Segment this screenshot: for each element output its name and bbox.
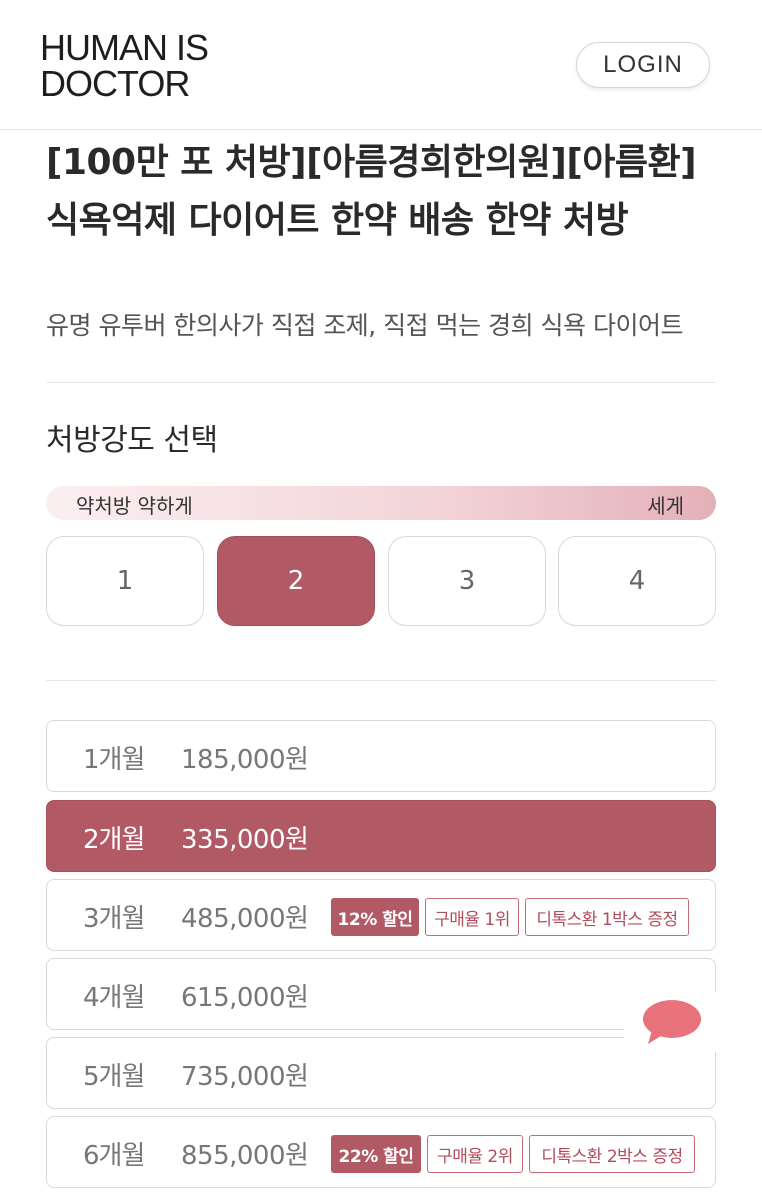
- plan-option-1-month[interactable]: 1개월 185,000원: [46, 720, 716, 792]
- plan-months: 5개월: [83, 1062, 145, 1092]
- strength-level-4-button[interactable]: 4: [558, 536, 716, 626]
- logo-line-1: HUMAN IS: [40, 27, 209, 68]
- discount-badge: 12% 할인: [331, 898, 419, 936]
- plan-months: 3개월: [83, 904, 145, 934]
- chat-bubble-icon: [643, 1000, 701, 1044]
- plan-price: 855,000원: [181, 1141, 309, 1171]
- rank-badge: 구매율 1위: [425, 898, 519, 936]
- divider: [46, 382, 716, 383]
- plan-option-2-month[interactable]: 2개월 335,000원: [46, 800, 716, 872]
- brand-logo[interactable]: HUMAN IS DOCTOR: [40, 27, 209, 104]
- plan-option-4-month[interactable]: 4개월 615,000원: [46, 958, 716, 1030]
- strength-scale-bar: 약처방 약하게 세게: [46, 486, 716, 520]
- rank-badge: 구매율 2위: [427, 1135, 523, 1173]
- strength-section-title: 처방강도 선택: [46, 423, 218, 458]
- plan-option-6-month[interactable]: 6개월 855,000원 22% 할인 구매율 2위 디톡스환 2박스 증정: [46, 1116, 716, 1188]
- plan-price: 735,000원: [181, 1062, 309, 1092]
- gift-badge: 디톡스환 2박스 증정: [529, 1135, 695, 1173]
- plan-option-5-month[interactable]: 5개월 735,000원: [46, 1037, 716, 1109]
- chat-button[interactable]: [624, 992, 716, 1052]
- plan-option-3-month[interactable]: 3개월 485,000원 12% 할인 구매율 1위 디톡스환 1박스 증정: [46, 879, 716, 951]
- plan-price: 185,000원: [181, 745, 309, 775]
- strength-high-label: 세게: [647, 494, 684, 518]
- product-title: [100만 포 처방][아름경희한의원][아름환] 식욕억제 다이어트 한약 배…: [46, 142, 697, 241]
- product-subtitle: 유명 유투버 한의사가 직접 조제, 직접 먹는 경희 식욕 다이어트: [46, 311, 683, 340]
- plan-months: 4개월: [83, 983, 145, 1013]
- logo-line-2: DOCTOR: [40, 63, 190, 104]
- strength-level-1-button[interactable]: 1: [46, 536, 204, 626]
- plan-months: 2개월: [83, 825, 145, 855]
- gift-badge: 디톡스환 1박스 증정: [525, 898, 689, 936]
- login-button[interactable]: LOGIN: [576, 42, 710, 88]
- strength-level-3-button[interactable]: 3: [388, 536, 546, 626]
- discount-badge: 22% 할인: [331, 1135, 421, 1173]
- plan-months: 6개월: [83, 1141, 145, 1171]
- strength-low-label: 약처방 약하게: [76, 494, 193, 518]
- strength-level-2-button[interactable]: 2: [217, 536, 375, 626]
- site-header: HUMAN IS DOCTOR LOGIN: [0, 0, 762, 130]
- plan-months: 1개월: [83, 745, 145, 775]
- plan-price: 615,000원: [181, 983, 309, 1013]
- plan-price: 485,000원: [181, 904, 309, 934]
- divider: [46, 680, 716, 681]
- strength-level-selector: 1 2 3 4: [46, 536, 716, 626]
- plan-price: 335,000원: [181, 825, 309, 855]
